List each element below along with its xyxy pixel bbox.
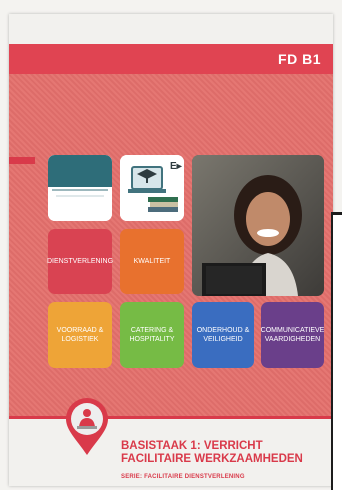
teal-document-tile (48, 155, 112, 221)
laptop-graduation-books-icon: E▸ (120, 155, 184, 221)
book-title: BASISTAAK 1: VERRICHT FACILITAIRE WERKZA… (121, 440, 303, 465)
smiling-woman-photo (192, 155, 324, 296)
book-code: FD B1 (278, 51, 321, 67)
cover-top-band (9, 14, 333, 44)
tile-voorraad-logistiek: VOORRAAD & LOGISTIEK (48, 302, 112, 368)
side-marker (9, 157, 35, 164)
document-teal-icon (48, 155, 112, 221)
elearning-tile: E▸ (120, 155, 184, 221)
series-label: SERIE: FACILITAIRE DIENSTVERLENING (121, 474, 245, 480)
bottom-accent-line (9, 416, 333, 419)
code-bar: FD B1 (9, 44, 333, 74)
tile-communicatieve-vaardigheden: COMMUNICATIEVE VAARDIGHEDEN (261, 302, 324, 368)
cover-photo (192, 155, 324, 296)
tile-dienstverlening: DIENSTVERLENING (47, 229, 113, 294)
tile-kwaliteit: KWALITEIT (120, 229, 184, 294)
second-book-page (333, 215, 342, 490)
tile-catering-hospitality: CATERING & HOSPITALITY (120, 302, 184, 368)
e-learning-arrow-icon: E▸ (170, 161, 183, 172)
location-pin-icon (66, 398, 108, 455)
tile-onderhoud-veiligheid: ONDERHOUD & VEILIGHEID (192, 302, 254, 368)
book-cover: FD B1 E▸ DIENSTVERLENING KWALITEIT VOORR… (9, 14, 333, 486)
